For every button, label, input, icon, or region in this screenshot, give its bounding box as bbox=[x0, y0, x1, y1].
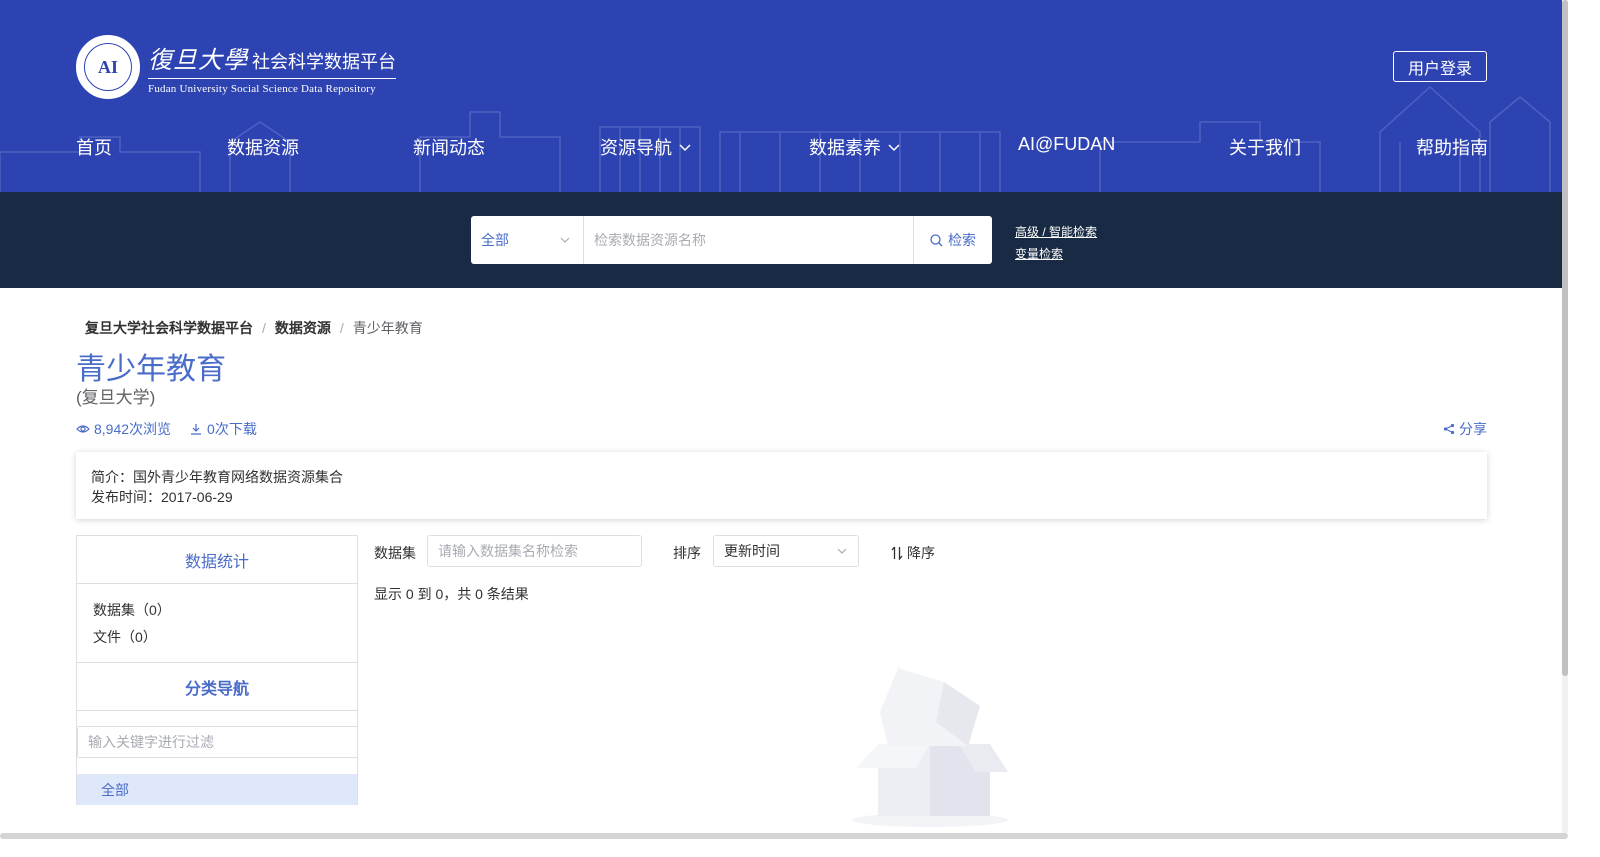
nav-news[interactable]: 新闻动态 bbox=[413, 134, 485, 160]
nav-about-us-label: 关于我们 bbox=[1229, 138, 1301, 158]
page-subtitle: (复旦大学) bbox=[76, 388, 156, 407]
sidebar: 数据统计 数据集（0） 文件（0） 分类导航 全部 bbox=[76, 535, 358, 805]
share-label: 分享 bbox=[1459, 421, 1487, 437]
sort-select[interactable]: 更新时间 bbox=[713, 535, 859, 567]
nav-ai-fudan[interactable]: AI@FUDAN bbox=[1018, 134, 1115, 155]
sort-order-icon bbox=[891, 546, 903, 560]
breadcrumb-separator: / bbox=[339, 320, 344, 336]
logo-calligraphy: 復旦大學 bbox=[148, 45, 248, 74]
nav-news-label: 新闻动态 bbox=[413, 138, 485, 158]
sort-label: 排序 bbox=[673, 545, 701, 561]
resource-stats: 8,942次浏览 0次下载 bbox=[76, 419, 275, 439]
advanced-search-link[interactable]: 高级 / 智能检索 bbox=[1015, 221, 1097, 243]
nav-data-resources[interactable]: 数据资源 bbox=[227, 134, 299, 160]
result-summary: 显示 0 到 0，共 0 条结果 bbox=[374, 586, 529, 602]
category-filter-input[interactable] bbox=[77, 726, 358, 758]
chevron-down-icon bbox=[560, 237, 570, 243]
search-icon bbox=[930, 233, 943, 246]
nav-data-literacy[interactable]: 数据素养 bbox=[809, 134, 901, 160]
vertical-scrollbar-thumb[interactable] bbox=[1562, 0, 1568, 676]
stat-files: 文件（0） bbox=[93, 629, 157, 645]
nav-help-label: 帮助指南 bbox=[1416, 138, 1488, 158]
site-header: AI 復旦大學 社会科学数据平台 Fudan University Social… bbox=[0, 0, 1562, 192]
search-band: 全部 检索 高级 / 智能检索 变量检索 bbox=[0, 192, 1562, 288]
eye-icon bbox=[76, 425, 90, 433]
sort-order-button[interactable]: 降序 bbox=[891, 543, 935, 563]
breadcrumb-data-resources[interactable]: 数据资源 bbox=[275, 318, 331, 338]
share-icon bbox=[1443, 423, 1455, 435]
resource-intro: 简介：国外青少年教育网络数据资源集合 bbox=[91, 469, 343, 485]
nav-home-label: 首页 bbox=[76, 138, 112, 158]
breadcrumb: 复旦大学社会科学数据平台 / 数据资源 / 青少年教育 bbox=[85, 318, 423, 338]
page-title: 青少年教育 bbox=[76, 353, 226, 386]
data-stats-list: 数据集（0） 文件（0） bbox=[77, 584, 357, 663]
sort-order-label: 降序 bbox=[907, 545, 935, 561]
logo-name-cn: 社会科学数据平台 bbox=[252, 51, 396, 73]
chevron-down-icon bbox=[888, 144, 900, 152]
share-button[interactable]: 分享 bbox=[1443, 419, 1487, 439]
nav-resource-guide[interactable]: 资源导航 bbox=[600, 134, 692, 160]
view-count-label: 8,942次浏览 bbox=[94, 421, 172, 437]
resource-publish-date: 发布时间：2017-06-29 bbox=[91, 489, 233, 505]
nav-data-literacy-label: 数据素养 bbox=[809, 138, 881, 158]
search-scope-select[interactable]: 全部 bbox=[471, 216, 584, 264]
chevron-down-icon bbox=[679, 144, 691, 152]
sort-select-value: 更新时间 bbox=[724, 543, 780, 559]
nav-resource-guide-label: 资源导航 bbox=[600, 138, 672, 158]
dataset-search-input[interactable] bbox=[427, 535, 642, 567]
tree-item-all[interactable]: 全部 bbox=[77, 774, 357, 805]
login-button[interactable]: 用户登录 bbox=[1393, 51, 1487, 82]
stat-datasets: 数据集（0） bbox=[93, 602, 171, 618]
horizontal-scrollbar-thumb[interactable] bbox=[0, 833, 1568, 839]
view-count: 8,942次浏览 bbox=[76, 419, 171, 439]
breadcrumb-home[interactable]: 复旦大学社会科学数据平台 bbox=[85, 318, 253, 338]
logo-name-en: Fudan University Social Science Data Rep… bbox=[148, 82, 376, 95]
empty-box-icon bbox=[852, 668, 1008, 827]
site-logo[interactable]: AI 復旦大學 社会科学数据平台 Fudan University Social… bbox=[76, 35, 396, 99]
nav-data-resources-label: 数据资源 bbox=[227, 138, 299, 158]
nav-home[interactable]: 首页 bbox=[76, 134, 112, 160]
download-icon bbox=[191, 424, 202, 435]
search-box: 全部 检索 bbox=[471, 216, 992, 264]
search-scope-value: 全部 bbox=[481, 232, 509, 248]
nav-about-us[interactable]: 关于我们 bbox=[1229, 134, 1301, 160]
dataset-label: 数据集 bbox=[374, 545, 416, 561]
download-count: 0次下载 bbox=[189, 419, 257, 439]
category-nav-title: 分类导航 bbox=[77, 663, 357, 711]
nav-ai-fudan-label: AI@FUDAN bbox=[1018, 134, 1116, 154]
download-count-label: 0次下载 bbox=[207, 421, 257, 437]
search-input[interactable] bbox=[584, 216, 913, 264]
breadcrumb-separator: / bbox=[262, 320, 266, 336]
search-button[interactable]: 检索 bbox=[913, 216, 992, 264]
breadcrumb-current: 青少年教育 bbox=[352, 320, 423, 336]
search-button-label: 检索 bbox=[948, 232, 976, 248]
main-nav: 首页 数据资源 新闻动态 资源导航 数据素养 AI@FUDAN 关于我们 帮助指… bbox=[76, 134, 1488, 160]
nav-help[interactable]: 帮助指南 bbox=[1416, 134, 1488, 160]
fudan-seal-icon: AI bbox=[76, 35, 140, 99]
chevron-down-icon bbox=[837, 548, 847, 554]
resource-info-card: 简介：国外青少年教育网络数据资源集合 发布时间：2017-06-29 bbox=[76, 452, 1487, 519]
data-stats-title: 数据统计 bbox=[77, 536, 357, 584]
variable-search-link[interactable]: 变量检索 bbox=[1015, 243, 1097, 265]
